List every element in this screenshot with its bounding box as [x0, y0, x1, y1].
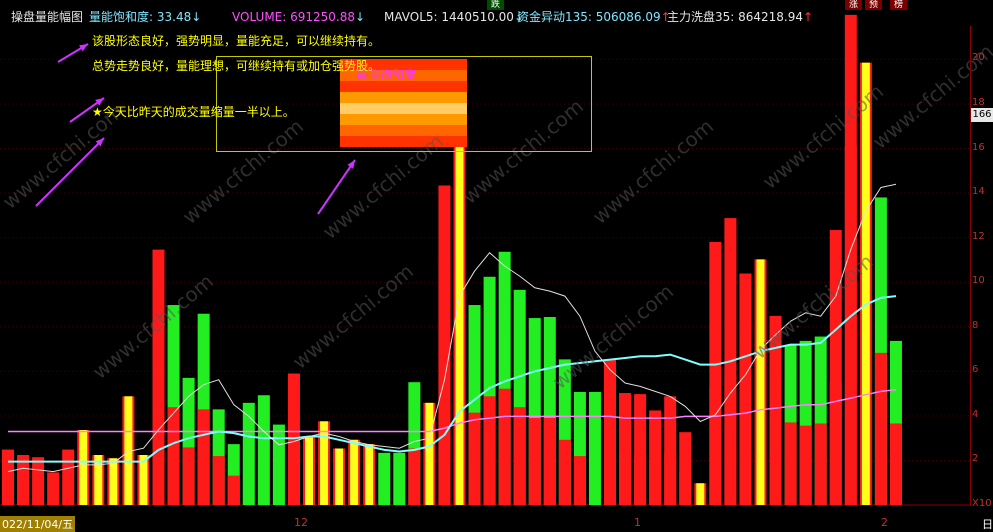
volume-bar-inner — [756, 259, 765, 505]
volume-bar-lower — [227, 475, 240, 505]
volume-bar-lower — [679, 471, 692, 505]
volume-bar-inner — [861, 62, 870, 505]
volume-bar-lower — [634, 455, 647, 505]
volume-bar — [588, 391, 601, 505]
annotation-strong: 该股形态良好，强势明显，量能充足，可以继续持有。 — [92, 34, 381, 48]
tag-die[interactable]: 跌 — [487, 0, 505, 10]
volume-bar — [242, 402, 255, 505]
month-12-label: 12 — [294, 516, 308, 529]
volume-bar-lower — [558, 439, 571, 505]
volume-bar-lower — [874, 352, 887, 505]
arrow-up-icon: ↑ — [803, 10, 814, 24]
tag-zhang[interactable]: 涨 — [845, 0, 863, 10]
volume-bar-lower — [799, 425, 812, 505]
volume-bar-lower — [287, 440, 300, 505]
y-tick-label: 12 — [972, 230, 985, 242]
volume-bar — [393, 452, 406, 505]
y-tick-label: 14 — [972, 186, 985, 198]
volume-bar-lower — [889, 423, 902, 505]
chart-title: 操盘量能幅图 — [11, 10, 84, 24]
volume-bar-lower — [769, 418, 782, 505]
month-2-label: 2 — [881, 516, 888, 529]
fund-flow-value: 资金异动135: 506086.09↑ — [517, 10, 671, 24]
arrow-head-icon — [347, 160, 355, 169]
volume-bar-lower — [167, 407, 180, 505]
volume-bar-lower — [844, 146, 857, 505]
volume-bar-lower — [664, 452, 677, 505]
volume-bar — [272, 424, 285, 505]
volume-bar-lower — [814, 423, 827, 505]
volume-bar-inner — [109, 458, 118, 505]
volume-bar — [2, 449, 14, 505]
volume-bar-lower — [408, 448, 421, 505]
volume-value: VOLUME: 691250.88↓ — [232, 10, 366, 24]
volume-bar-inner — [696, 483, 705, 505]
main-wash-value: 主力洗盘35: 864218.94↑ — [667, 10, 814, 24]
y-tick-label: 10 — [972, 275, 985, 287]
volume-bar-lower — [212, 456, 225, 505]
volume-bar-inner — [425, 402, 434, 505]
y-tick-label: 8 — [972, 319, 979, 331]
mavol5-value: MAVOL5: 1440510.00↓ — [384, 10, 525, 24]
volume-bar-lower — [483, 396, 496, 505]
tag-bang[interactable]: 榜 — [890, 0, 908, 10]
y-tick-label: 6 — [972, 364, 979, 376]
volume-bar-inner — [365, 444, 374, 505]
watermark-text: www.cfchi.com — [588, 114, 718, 229]
watermark-text: www.cfchi.com — [288, 259, 418, 374]
volume-bar-lower — [468, 412, 481, 505]
y-tick-label: 4 — [972, 408, 979, 420]
annotation-trend: 总势走势良好，量能理想，可继续持有或加仓强势股。 — [92, 59, 381, 73]
volume-bar-inner — [305, 437, 313, 505]
month-1-label: 1 — [634, 516, 641, 529]
arrow-down-icon: ↓ — [191, 10, 202, 24]
volume-bar-lower — [604, 439, 616, 505]
volume-bar-lower — [784, 422, 797, 505]
arrow-down-icon: ↓ — [355, 10, 366, 24]
volume-bar-inner — [350, 439, 359, 505]
y-tick-label: 20 — [972, 52, 985, 64]
y-tick-label: 16 — [972, 141, 985, 153]
volume-bar — [32, 457, 45, 505]
watermark-text: www.cfchi.com — [748, 249, 878, 364]
volume-bar-lower — [197, 409, 210, 505]
volume-bar-lower — [513, 407, 526, 505]
volume-bar — [378, 452, 391, 505]
volume-bar-lower — [619, 450, 632, 505]
volume-bar — [47, 472, 60, 505]
volume-bar-lower — [573, 456, 586, 505]
volume-bar-lower — [498, 388, 511, 505]
time-axis: 022/11/04/五 12 1 2 日 — [0, 515, 993, 532]
y-axis-unit: X10 — [972, 498, 992, 509]
volume-bar-lower — [543, 418, 556, 505]
volume-bar-lower — [182, 447, 195, 505]
volume-bar-lower — [438, 261, 451, 505]
volume-bar-inner — [79, 430, 88, 505]
volume-bar-lower — [709, 387, 722, 505]
y-tick-label: 2 — [972, 453, 979, 465]
volume-bar-lower — [724, 376, 737, 505]
volume-bar-inner — [335, 448, 344, 505]
annotation-shrink: ★今天比昨天的成交量缩量一半以上。 — [92, 105, 295, 119]
tag-yu[interactable]: 预 — [865, 0, 883, 10]
volume-bar — [257, 395, 270, 505]
saturation-value: 量能饱和度: 33.48↓ — [89, 10, 202, 24]
volume-bar-lower — [528, 418, 541, 505]
volume-bar-lower — [649, 461, 662, 505]
volume-bar — [739, 273, 752, 505]
price-box[interactable]: 166 — [971, 108, 993, 122]
y-tick-label: 18 — [972, 96, 985, 108]
volume-bar — [62, 449, 75, 505]
